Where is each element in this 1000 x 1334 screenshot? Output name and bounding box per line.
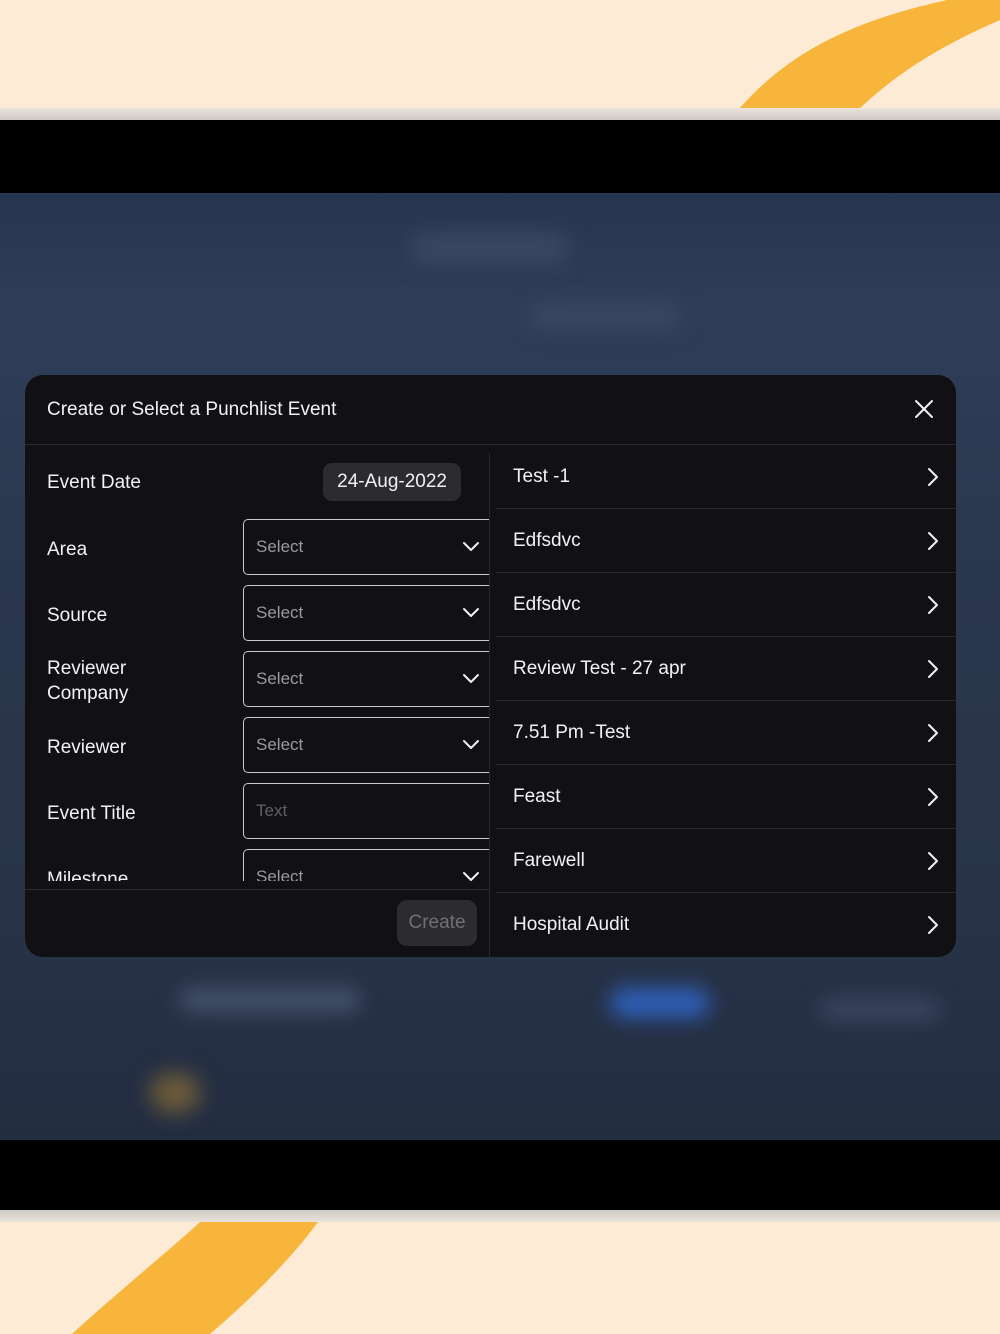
event-name: Test -1: [513, 465, 571, 487]
source-select[interactable]: Select: [243, 585, 489, 641]
reviewer-company-label-line1: Reviewer: [47, 658, 127, 679]
event-date-row: Event Date 24-Aug-2022: [47, 445, 473, 519]
milestone-select-value: Select: [256, 867, 304, 881]
create-button[interactable]: Create: [397, 900, 477, 946]
chevron-right-icon: [928, 851, 938, 870]
form-scroll-area[interactable]: Event Date 24-Aug-2022 Area Select Sourc…: [25, 445, 489, 881]
event-name: Feast: [513, 785, 561, 807]
chevron-right-icon: [928, 659, 938, 678]
chevron-right-icon: [928, 531, 938, 550]
source-row: Source Select: [47, 585, 489, 651]
event-list-item[interactable]: Review Test - 27 apr: [496, 637, 956, 701]
area-row: Area Select: [47, 519, 489, 585]
reviewer-company-label-line2: Company: [47, 683, 129, 704]
event-list: Test -1 Edfsdvc Edfsdvc Review Test - 27…: [496, 445, 956, 957]
source-select-value: Select: [256, 603, 304, 622]
event-title-label: Event Title: [47, 803, 136, 824]
milestone-row: Milestone Select: [47, 849, 489, 881]
chevron-right-icon: [928, 723, 938, 742]
event-list-item[interactable]: Farewell: [496, 829, 956, 893]
punchlist-event-modal: Create or Select a Punchlist Event Event…: [25, 375, 956, 957]
modal-header: Create or Select a Punchlist Event: [25, 375, 956, 445]
form-footer: Create: [25, 889, 489, 957]
chevron-right-icon: [928, 787, 938, 806]
event-name: Review Test - 27 apr: [513, 657, 686, 679]
milestone-label: Milestone: [47, 869, 129, 881]
chevron-down-icon: [463, 674, 479, 683]
milestone-select[interactable]: Select: [243, 849, 489, 881]
pane-divider: [489, 453, 490, 957]
device-edge-bottom: [0, 1210, 1000, 1222]
chevron-right-icon: [928, 595, 938, 614]
event-title-input[interactable]: Text: [243, 783, 489, 839]
source-label: Source: [47, 605, 108, 626]
event-date-label: Event Date: [47, 472, 141, 493]
device-screen: Create or Select a Punchlist Event Event…: [0, 120, 1000, 1210]
event-name: Edfsdvc: [513, 593, 581, 615]
area-select-value: Select: [256, 537, 304, 556]
event-name: Edfsdvc: [513, 529, 581, 551]
event-title-row: Event Title Text: [47, 783, 489, 849]
reviewer-company-select[interactable]: Select: [243, 651, 489, 707]
chevron-down-icon: [463, 542, 479, 551]
event-date-picker[interactable]: 24-Aug-2022: [323, 463, 461, 501]
chevron-down-icon: [463, 740, 479, 749]
event-name: Farewell: [513, 849, 585, 871]
reviewer-company-select-value: Select: [256, 669, 304, 688]
chevron-right-icon: [928, 916, 938, 934]
event-name: 7.51 Pm -Test: [513, 721, 631, 743]
event-list-item[interactable]: Edfsdvc: [496, 509, 956, 573]
modal-title: Create or Select a Punchlist Event: [47, 399, 337, 420]
close-icon: [915, 400, 933, 418]
area-label: Area: [47, 539, 88, 560]
area-select[interactable]: Select: [243, 519, 489, 575]
reviewer-select[interactable]: Select: [243, 717, 489, 773]
chevron-right-icon: [928, 467, 938, 486]
event-list-item[interactable]: Feast: [496, 765, 956, 829]
reviewer-company-label: Reviewer Company: [47, 656, 128, 706]
create-event-form: Event Date 24-Aug-2022 Area Select Sourc…: [25, 445, 489, 957]
close-button[interactable]: [908, 393, 940, 425]
reviewer-row: Reviewer Select: [47, 717, 489, 783]
event-list-item[interactable]: Edfsdvc: [496, 573, 956, 637]
reviewer-select-value: Select: [256, 735, 304, 754]
reviewer-label: Reviewer: [47, 737, 127, 758]
event-list-item[interactable]: 7.51 Pm -Test: [496, 701, 956, 765]
event-list-item[interactable]: Hospital Audit: [496, 893, 956, 957]
chevron-down-icon: [463, 608, 479, 617]
chevron-down-icon: [463, 872, 479, 881]
device-edge-top: [0, 108, 1000, 120]
event-title-placeholder: Text: [256, 801, 288, 820]
event-list-item[interactable]: Test -1: [496, 445, 956, 509]
reviewer-company-row: Reviewer Company Select: [47, 651, 489, 717]
event-name: Hospital Audit: [513, 914, 630, 935]
